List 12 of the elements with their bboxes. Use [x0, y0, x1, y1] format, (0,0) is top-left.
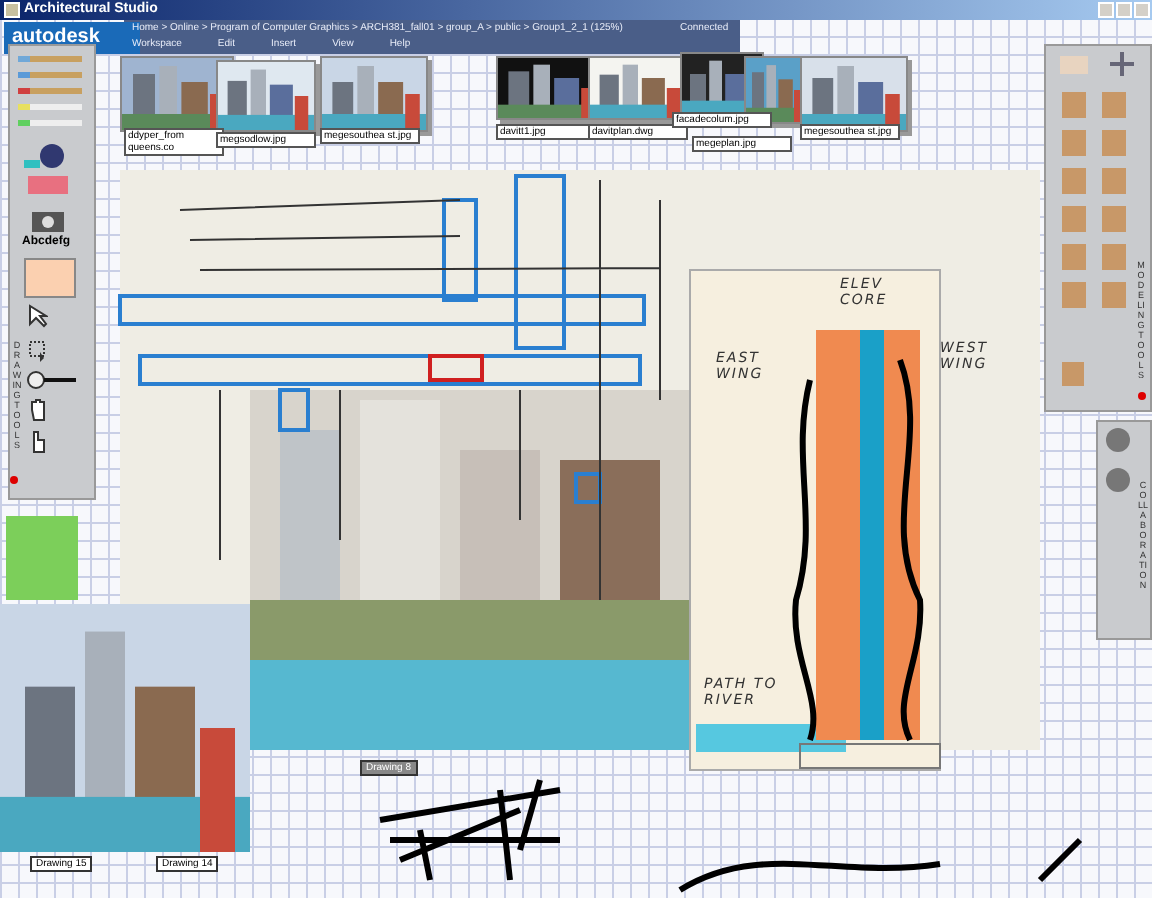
- pointer-icon[interactable]: [28, 304, 48, 328]
- camera-icon[interactable]: [30, 206, 66, 234]
- collapse-icon[interactable]: [10, 476, 18, 484]
- minimize-button[interactable]: [1098, 2, 1114, 18]
- modeling-tools-drawing[interactable]: [1058, 52, 1138, 392]
- paint-bucket-icon[interactable]: [24, 140, 68, 172]
- pointing-hand-icon[interactable]: [28, 430, 48, 454]
- hand-icon[interactable]: [28, 398, 48, 422]
- maximize-button[interactable]: [1116, 2, 1132, 18]
- collapse-icon[interactable]: [1138, 392, 1146, 400]
- zoom-icon[interactable]: [26, 370, 78, 390]
- close-button[interactable]: [1134, 2, 1150, 18]
